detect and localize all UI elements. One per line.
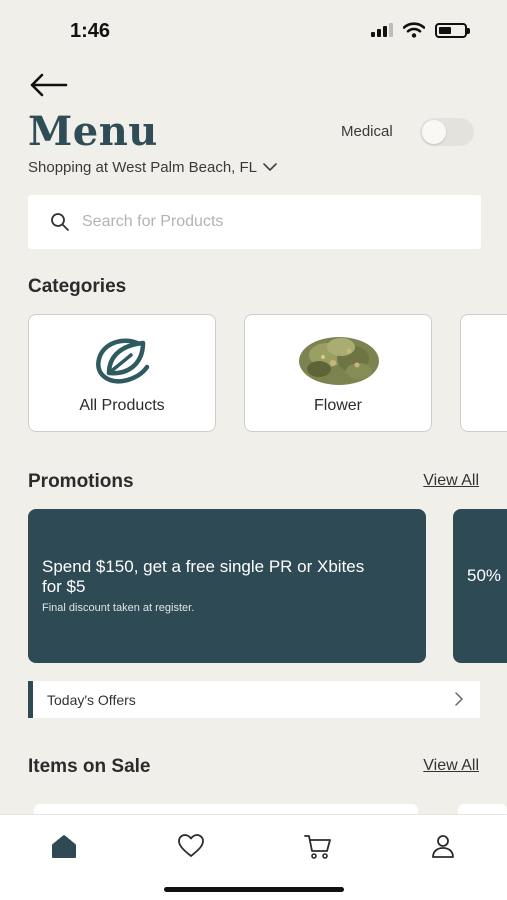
promotion-card-partial[interactable]: 50%	[453, 509, 507, 663]
location-text: Shopping at West Palm Beach, FL	[28, 159, 258, 176]
arrow-left-icon	[30, 73, 68, 97]
chevron-right-icon	[455, 692, 463, 706]
promotion-headline: 50%	[467, 566, 502, 585]
leaf-logo-icon	[96, 338, 150, 384]
promotions-carousel[interactable]: Spend $150, get a free single PR or Xbit…	[28, 509, 507, 663]
tab-profile[interactable]	[428, 831, 458, 861]
promotions-heading: Promotions	[28, 471, 134, 492]
battery-icon	[435, 22, 470, 38]
profile-icon	[432, 835, 454, 858]
cart-icon	[304, 835, 331, 859]
promotion-card[interactable]: Spend $150, get a free single PR or Xbit…	[28, 509, 426, 663]
medical-toggle-label: Medical	[341, 123, 393, 140]
flower-bud-image	[299, 337, 379, 385]
tab-home[interactable]	[49, 831, 79, 861]
category-label: Flower	[313, 397, 362, 414]
back-button[interactable]	[28, 70, 72, 104]
todays-offers-label: Today's Offers	[47, 691, 136, 708]
categories-heading: Categories	[28, 276, 127, 297]
heart-icon	[178, 834, 204, 857]
promotion-headline: Spend $150, get a free single PR or Xbit…	[42, 557, 365, 596]
toggle-knob	[422, 120, 446, 144]
home-icon	[52, 835, 76, 858]
cellular-signal-icon	[371, 23, 393, 37]
promotions-view-all-link[interactable]: View All	[423, 472, 479, 490]
category-card-all-products[interactable]: All Products	[28, 314, 216, 432]
categories-carousel[interactable]: All Products Flower	[28, 314, 507, 432]
category-card-partial[interactable]	[460, 314, 507, 432]
chevron-down-icon	[263, 163, 277, 171]
promotion-subtext: Final discount taken at register.	[42, 602, 195, 614]
home-indicator	[164, 887, 344, 892]
status-icons	[371, 22, 470, 38]
page-title: Menu	[28, 108, 158, 155]
status-time: 1:46	[70, 20, 111, 42]
category-label: All Products	[79, 397, 165, 414]
medical-toggle[interactable]	[420, 118, 474, 146]
search-icon	[51, 213, 69, 231]
status-bar: 1:46	[0, 0, 507, 60]
sale-view-all-link[interactable]: View All	[423, 757, 479, 775]
category-card-flower[interactable]: Flower	[244, 314, 432, 432]
location-selector[interactable]: Shopping at West Palm Beach, FL	[28, 159, 277, 176]
search-input[interactable]	[82, 213, 422, 231]
tab-favorites[interactable]	[176, 831, 206, 861]
todays-offers-row[interactable]: Today's Offers	[28, 681, 480, 718]
items-on-sale-heading: Items on Sale	[28, 756, 151, 777]
wifi-icon	[403, 22, 425, 38]
search-bar[interactable]	[28, 195, 481, 249]
bottom-tab-bar	[0, 814, 507, 900]
tab-cart[interactable]	[303, 831, 333, 861]
